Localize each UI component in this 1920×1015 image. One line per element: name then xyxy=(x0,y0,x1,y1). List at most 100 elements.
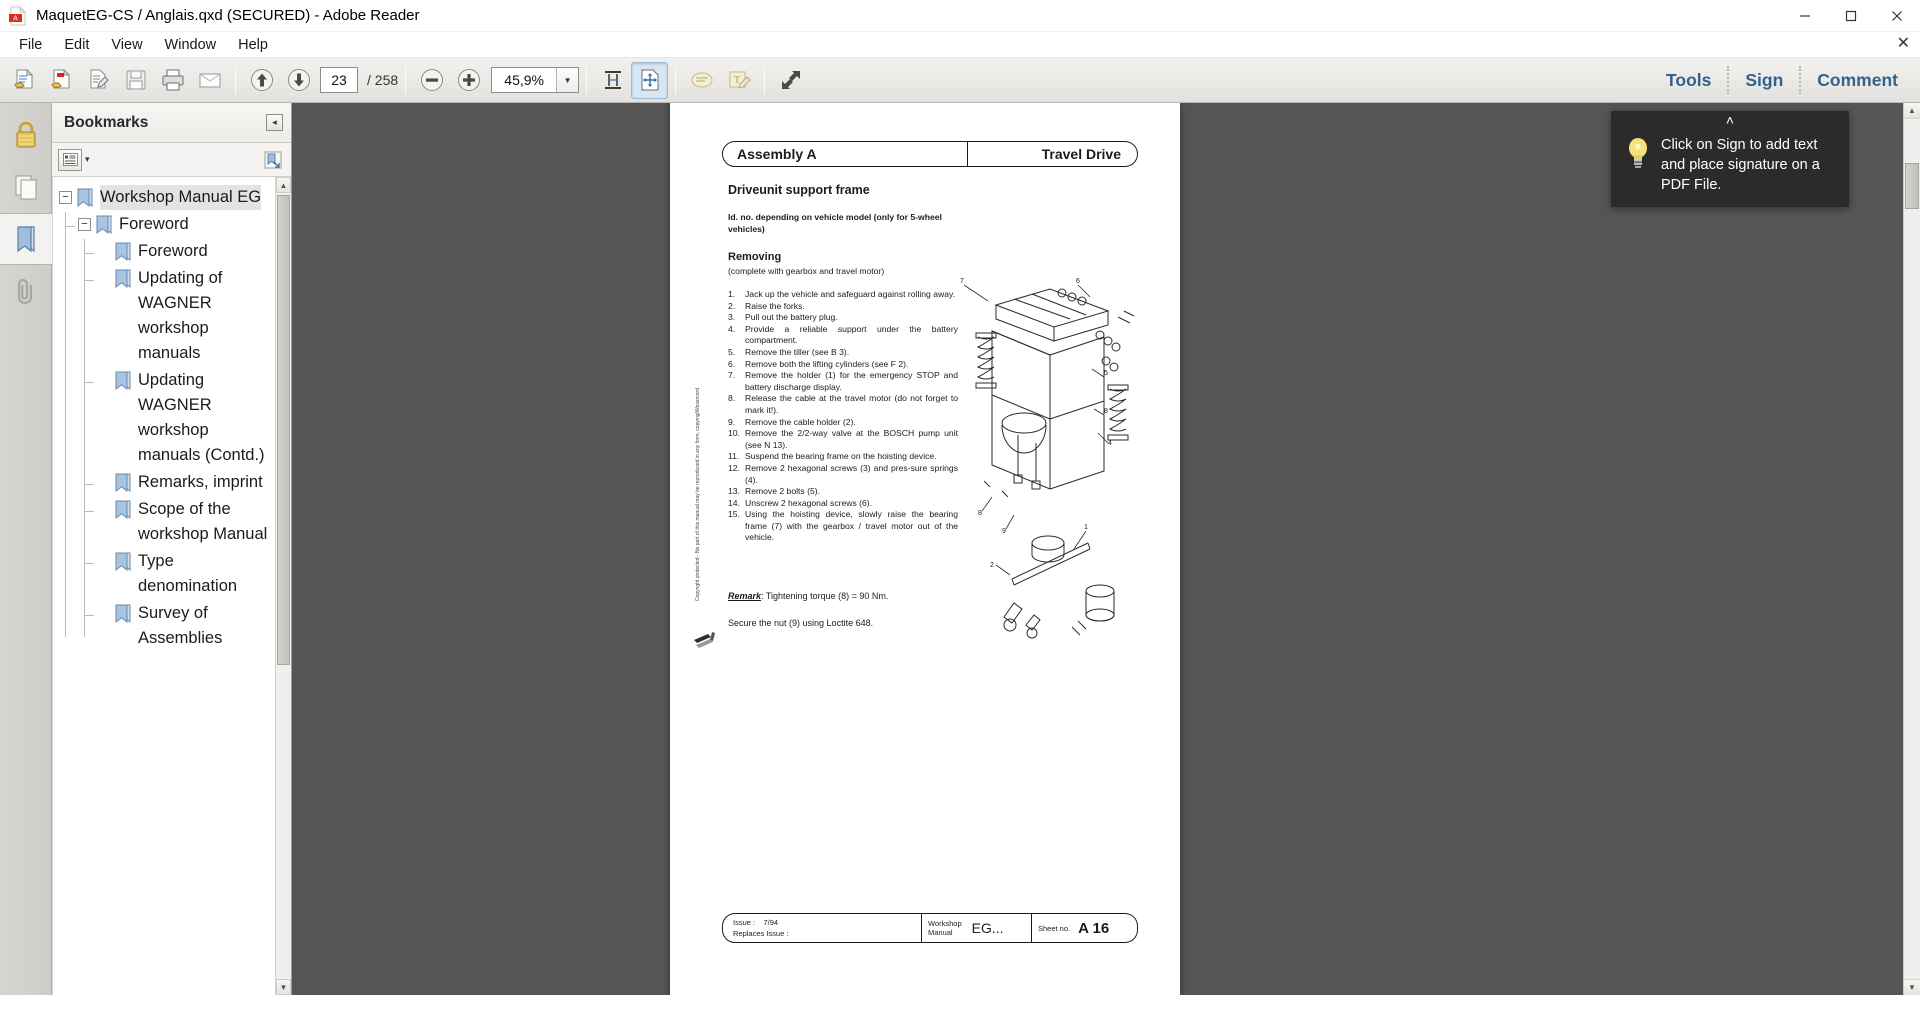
svg-text:8: 8 xyxy=(978,510,982,517)
save-button[interactable] xyxy=(117,62,154,99)
fit-page-button[interactable] xyxy=(631,61,669,99)
list-options-icon[interactable] xyxy=(58,148,82,171)
step-text: Using the hoisting device, slowly raise … xyxy=(745,509,958,543)
email-button[interactable] xyxy=(191,62,228,99)
manual-label-line1: Workshop xyxy=(928,919,962,928)
bookmark-label[interactable]: Remarks, imprint xyxy=(138,470,263,495)
bookmarks-toolbar: ▾ xyxy=(52,143,291,177)
sidebar-icon-security[interactable] xyxy=(0,109,52,161)
bookmark-label[interactable]: Survey of Assemblies xyxy=(138,601,275,651)
svg-text:2: 2 xyxy=(990,562,994,569)
step-number: 4. xyxy=(728,323,736,334)
zoom-in-button[interactable] xyxy=(450,62,487,99)
pdf-step-item: 12. Remove 2 hexagonal screws (3) and pre… xyxy=(728,463,958,486)
bookmark-icon xyxy=(114,604,132,624)
menu-window[interactable]: Window xyxy=(154,35,228,55)
chevron-down-icon[interactable]: ▼ xyxy=(556,68,579,92)
expand-collapse-icon[interactable]: − xyxy=(78,218,91,231)
bookmark-item-survey-of-assemblies[interactable]: Survey of Assemblies xyxy=(84,601,275,651)
bookmark-item-remarks-imprint[interactable]: Remarks, imprint xyxy=(84,470,275,495)
pdf-footer-issue-cell: Issue : 7/94 Replaces Issue : xyxy=(722,913,922,943)
svg-text:5: 5 xyxy=(1104,370,1108,377)
tree-connector xyxy=(84,615,94,616)
page-number-input[interactable] xyxy=(320,67,358,93)
step-number: 10. xyxy=(728,428,740,439)
fit-width-button[interactable] xyxy=(594,62,631,99)
comment-link[interactable]: Comment xyxy=(1801,70,1914,91)
sign-link[interactable]: Sign xyxy=(1729,70,1799,91)
bookmark-label[interactable]: Workshop Manual EG xyxy=(100,185,262,210)
bookmark-item-type-denomination[interactable]: Type denomination xyxy=(84,549,275,599)
svg-text:A: A xyxy=(13,15,18,22)
document-viewer[interactable]: Assembly A Travel Drive Driveunit suppor… xyxy=(292,103,1903,995)
collapse-panel-button[interactable]: ◂ xyxy=(266,114,283,131)
main-toolbar: / 258 45,9% ▼ xyxy=(0,58,1920,103)
close-button[interactable] xyxy=(1874,0,1920,32)
bookmark-label[interactable]: Foreword xyxy=(119,212,189,237)
document-scrollbar[interactable]: ▲ ▼ xyxy=(1903,103,1920,995)
step-number: 5. xyxy=(728,346,736,357)
sidebar-icon-bookmarks[interactable] xyxy=(0,213,52,265)
tree-connector xyxy=(84,563,94,564)
step-text: Raise the forks. xyxy=(745,300,805,311)
zoom-level-control[interactable]: 45,9% ▼ xyxy=(491,67,580,93)
print-button[interactable] xyxy=(154,62,191,99)
menu-help[interactable]: Help xyxy=(227,35,279,55)
menu-file[interactable]: File xyxy=(8,35,53,55)
footer-issue-line: Issue : 7/94 xyxy=(733,917,921,928)
sidebar-icon-page-thumbnails[interactable] xyxy=(0,161,52,213)
bookmarks-title: Bookmarks xyxy=(64,113,149,131)
bookmarks-header: Bookmarks ◂ xyxy=(52,103,291,143)
scroll-up-icon[interactable]: ▲ xyxy=(1904,103,1920,119)
bookmark-item-scope-of-the-workshop-manual[interactable]: Scope of the workshop Manual xyxy=(84,497,275,547)
scrollbar-thumb[interactable] xyxy=(277,195,290,665)
previous-page-button[interactable] xyxy=(243,62,280,99)
tools-link[interactable]: Tools xyxy=(1650,70,1727,91)
step-text: Jack up the vehicle and safeguard agains… xyxy=(745,289,956,299)
close-document-button[interactable]: ✕ xyxy=(1897,34,1910,54)
highlight-text-button[interactable]: T xyxy=(720,62,757,99)
read-mode-button[interactable] xyxy=(772,62,809,99)
scrollbar-thumb[interactable] xyxy=(1905,163,1919,209)
open-file-button[interactable] xyxy=(6,62,43,99)
bookmark-item-foreword[interactable]: Foreword xyxy=(84,239,275,264)
bookmark-label[interactable]: Foreword xyxy=(138,239,208,264)
scroll-up-icon[interactable]: ▲ xyxy=(276,177,291,193)
svg-text:6: 6 xyxy=(1076,278,1080,285)
sticky-note-button[interactable] xyxy=(683,62,720,99)
create-pdf-button[interactable] xyxy=(43,62,80,99)
pdf-page-canvas[interactable]: Assembly A Travel Drive Driveunit suppor… xyxy=(670,103,1180,995)
scroll-down-icon[interactable]: ▼ xyxy=(1904,979,1920,995)
scroll-down-icon[interactable]: ▼ xyxy=(276,979,291,995)
step-number: 13. xyxy=(728,486,740,497)
manual-label: Workshop Manual xyxy=(928,919,962,937)
bookmark-label[interactable]: Updating WAGNER workshop manuals (Contd.… xyxy=(138,368,275,468)
bookmark-root-node[interactable]: − Workshop Manual EG xyxy=(59,185,275,210)
sidebar-icon-attachments[interactable] xyxy=(0,265,52,317)
bookmark-node-foreword-group[interactable]: − Foreword xyxy=(65,212,275,237)
bookmark-item-updating-of-wagner-workshop-manuals[interactable]: Updating of WAGNER workshop manuals xyxy=(84,266,275,366)
bookmarks-scrollbar[interactable]: ▲ ▼ xyxy=(275,177,291,995)
expand-current-bookmark-button[interactable] xyxy=(261,149,285,171)
expand-collapse-icon[interactable]: − xyxy=(59,191,72,204)
pdf-step-item: 5. Remove the tiller (see B 3). xyxy=(728,347,958,359)
bookmark-label[interactable]: Scope of the workshop Manual xyxy=(138,497,275,547)
chevron-down-icon[interactable]: ▾ xyxy=(85,154,90,165)
maximize-button[interactable] xyxy=(1828,0,1874,32)
sign-tooltip[interactable]: ˄ Click on Sign to add text and place si… xyxy=(1611,111,1849,207)
zoom-out-button[interactable] xyxy=(413,62,450,99)
pdf-step-item: 7. Remove the holder (1) for the emergenc… xyxy=(728,370,958,393)
menu-edit[interactable]: Edit xyxy=(53,35,100,55)
bookmark-icon xyxy=(114,473,132,493)
bookmark-item-updating-wagner-workshop-manuals-contd[interactable]: Updating WAGNER workshop manuals (Contd.… xyxy=(84,368,275,468)
next-page-button[interactable] xyxy=(280,62,317,99)
pdf-step-item: 9. Remove the cable holder (2). xyxy=(728,417,958,429)
pdf-section-label: Travel Drive xyxy=(968,141,1138,167)
menu-view[interactable]: View xyxy=(100,35,153,55)
minimize-button[interactable] xyxy=(1782,0,1828,32)
zoom-level-value[interactable]: 45,9% xyxy=(492,68,556,92)
bookmark-label[interactable]: Type denomination xyxy=(138,549,275,599)
pdf-step-item: 15. Using the hoisting device, slowly rai… xyxy=(728,509,958,544)
bookmark-label[interactable]: Updating of WAGNER workshop manuals xyxy=(138,266,275,366)
edit-pdf-button[interactable] xyxy=(80,62,117,99)
